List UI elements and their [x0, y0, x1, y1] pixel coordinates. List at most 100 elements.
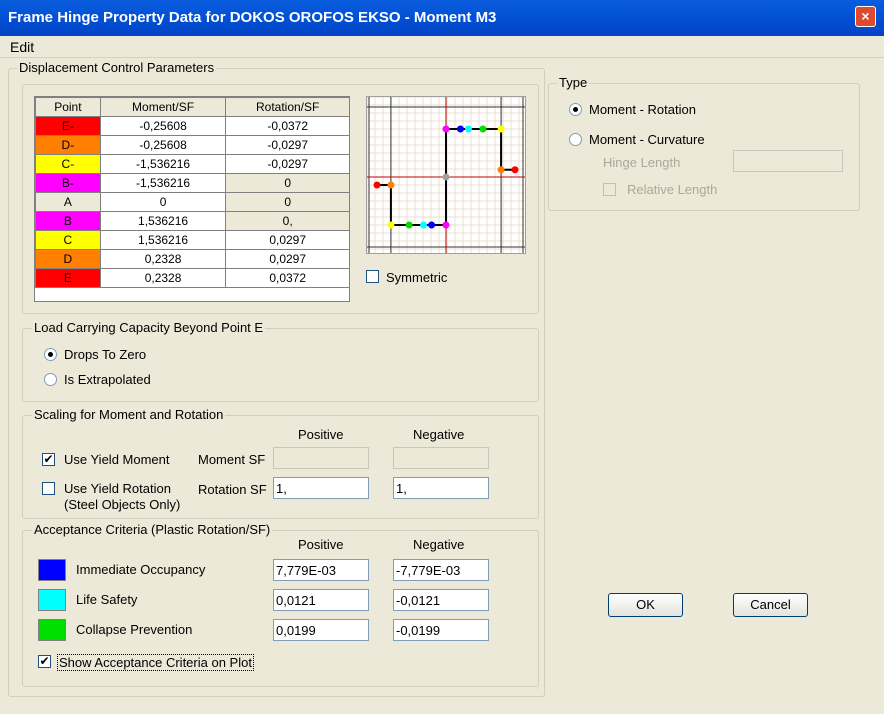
- show-acceptance-checkbox[interactable]: ✔: [38, 655, 51, 668]
- menu-bar: Edit: [0, 36, 884, 58]
- moment-cell[interactable]: 0: [99, 192, 227, 212]
- acceptance-negative-header: Negative: [413, 537, 465, 552]
- moment-cell[interactable]: 1,536216: [99, 230, 227, 250]
- hinge-point: [497, 125, 505, 133]
- criteria-color-swatch[interactable]: [38, 619, 66, 641]
- point-cell: D-: [35, 135, 101, 155]
- hinge-point: [405, 221, 413, 229]
- hinge-point: [442, 125, 450, 133]
- rotation-cell: 0,: [225, 211, 350, 231]
- moment-sf-negative-input[interactable]: [393, 447, 489, 469]
- steel-only-label: (Steel Objects Only): [64, 497, 181, 512]
- table-row: A00: [35, 192, 350, 212]
- moment-cell[interactable]: -1,536216: [99, 154, 227, 174]
- is-extrapolated-label: Is Extrapolated: [64, 372, 151, 387]
- header-moment: Moment/SF: [99, 97, 227, 117]
- scaling-negative-header: Negative: [413, 427, 465, 442]
- use-yield-moment-checkbox[interactable]: ✔: [42, 453, 55, 466]
- rotation-sf-negative-input[interactable]: 1,: [393, 477, 489, 499]
- menu-edit[interactable]: Edit: [10, 39, 34, 55]
- rotation-cell[interactable]: 0,0297: [225, 230, 350, 250]
- rotation-cell[interactable]: -0,0297: [225, 154, 350, 174]
- hinge-point: [497, 166, 505, 174]
- rotation-cell[interactable]: -0,0297: [225, 135, 350, 155]
- ok-button[interactable]: OK: [608, 593, 683, 617]
- rotation-cell[interactable]: 0,0372: [225, 268, 350, 288]
- criteria-name: Life Safety: [76, 592, 138, 607]
- point-cell: E-: [35, 116, 101, 136]
- use-yield-rotation-checkbox[interactable]: [42, 482, 55, 495]
- symmetric-label: Symmetric: [386, 270, 448, 285]
- window-title-bar: Frame Hinge Property Data for DOKOS OROF…: [0, 0, 884, 36]
- points-table-header: Point Moment/SF Rotation/SF: [35, 97, 350, 117]
- point-cell: C-: [35, 154, 101, 174]
- rotation-cell[interactable]: -0,0372: [225, 116, 350, 136]
- moment-cell[interactable]: 1,536216: [99, 211, 227, 231]
- point-cell: C: [35, 230, 101, 250]
- table-row: D- -0,25608 -0,0297: [35, 135, 350, 155]
- type-label: Type: [557, 75, 590, 90]
- table-row: D 0,2328 0,0297: [35, 249, 350, 269]
- rotation-sf-positive-input[interactable]: 1,: [273, 477, 369, 499]
- hinge-point: [479, 125, 487, 133]
- points-table: Point Moment/SF Rotation/SF E- -0,25608 -0…: [35, 97, 350, 288]
- symmetric-checkbox[interactable]: [366, 270, 379, 283]
- drops-to-zero-label: Drops To Zero: [64, 347, 147, 362]
- moment-sf-positive-input[interactable]: [273, 447, 369, 469]
- hinge-length-input[interactable]: [733, 150, 843, 172]
- rotation-sf-label: Rotation SF: [198, 482, 267, 497]
- point-cell: E: [35, 268, 101, 288]
- use-yield-moment-label: Use Yield Moment: [64, 452, 170, 467]
- moment-cell[interactable]: 0,2328: [99, 268, 227, 288]
- moment-cell[interactable]: -0,25608: [99, 116, 227, 136]
- hinge-point: [456, 125, 464, 133]
- hinge-point: [387, 221, 395, 229]
- point-cell: D: [35, 249, 101, 269]
- criteria-color-swatch[interactable]: [38, 589, 66, 611]
- moment-sf-label: Moment SF: [198, 452, 266, 467]
- drops-to-zero-radio[interactable]: [44, 348, 57, 361]
- moment-rotation-radio[interactable]: [569, 103, 582, 116]
- rotation-cell[interactable]: 0,0297: [225, 249, 350, 269]
- criteria-negative-input[interactable]: -7,779E-03: [393, 559, 489, 581]
- criteria-negative-input[interactable]: -0,0199: [393, 619, 489, 641]
- hinge-point: [387, 181, 395, 189]
- criteria-color-swatch[interactable]: [38, 559, 66, 581]
- header-rotation: Rotation/SF: [225, 97, 350, 117]
- hinge-length-label: Hinge Length: [603, 155, 681, 170]
- show-acceptance-label: Show Acceptance Criteria on Plot: [57, 654, 254, 671]
- scaling-positive-header: Positive: [298, 427, 344, 442]
- criteria-name: Immediate Occupancy: [76, 562, 206, 577]
- relative-length-checkbox[interactable]: [603, 183, 616, 196]
- moment-cell[interactable]: -1,536216: [99, 173, 227, 193]
- cancel-button[interactable]: Cancel: [733, 593, 808, 617]
- moment-cell[interactable]: -0,25608: [99, 135, 227, 155]
- table-row: E- -0,25608 -0,0372: [35, 116, 350, 136]
- point-cell: B: [35, 211, 101, 231]
- table-row: C 1,536216 0,0297: [35, 230, 350, 250]
- header-point: Point: [35, 97, 101, 117]
- acceptance-label: Acceptance Criteria (Plastic Rotation/SF…: [32, 522, 273, 537]
- table-row: B- -1,536216 0: [35, 173, 350, 193]
- window-title: Frame Hinge Property Data for DOKOS OROF…: [8, 9, 497, 26]
- close-button[interactable]: ×: [855, 6, 876, 27]
- criteria-positive-input[interactable]: 0,0199: [273, 619, 369, 641]
- relative-length-label: Relative Length: [627, 182, 718, 197]
- table-row: C- -1,536216 -0,0297: [35, 154, 350, 174]
- criteria-positive-input[interactable]: 0,0121: [273, 589, 369, 611]
- table-row: E 0,2328 0,0372: [35, 268, 350, 288]
- moment-curvature-radio[interactable]: [569, 133, 582, 146]
- displacement-control-label: Displacement Control Parameters: [17, 60, 217, 75]
- criteria-positive-input[interactable]: 7,779E-03: [273, 559, 369, 581]
- hinge-point: [420, 221, 428, 229]
- point-cell: B-: [35, 173, 101, 193]
- hinge-point: [442, 173, 450, 181]
- moment-curvature-label: Moment - Curvature: [589, 132, 705, 147]
- hinge-point: [511, 166, 519, 174]
- criteria-name: Collapse Prevention: [76, 622, 193, 637]
- hinge-point: [373, 181, 381, 189]
- criteria-negative-input[interactable]: -0,0121: [393, 589, 489, 611]
- moment-cell[interactable]: 0,2328: [99, 249, 227, 269]
- is-extrapolated-radio[interactable]: [44, 373, 57, 386]
- hinge-plot: [366, 96, 526, 254]
